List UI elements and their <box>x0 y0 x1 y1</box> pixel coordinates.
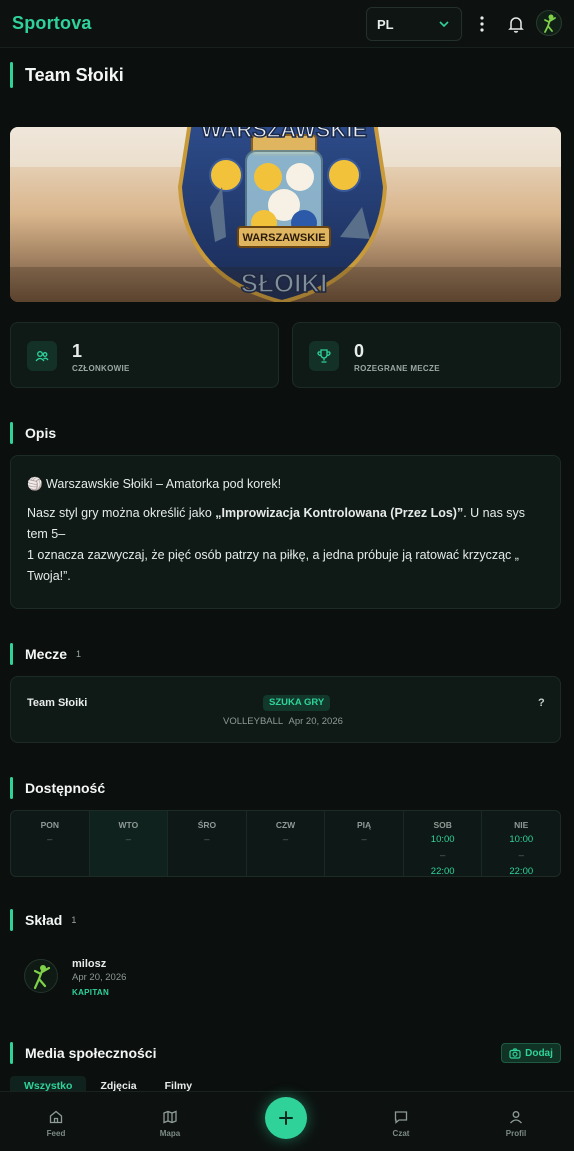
day-sat[interactable]: SOB 10:00 – 22:00 <box>404 811 483 876</box>
match-opponent: ? <box>538 697 545 709</box>
day-wed[interactable]: ŚRO – <box>168 811 247 876</box>
members-count: 1 <box>72 341 83 361</box>
match-status-badge: SZUKA GRY <box>263 695 331 711</box>
matches-heading: Mecze 1 <box>10 643 81 665</box>
member-role-badge: KAPITAN <box>72 988 110 997</box>
match-team-name: Team Słoiki <box>27 697 88 709</box>
app-logo[interactable]: Sportova <box>12 13 92 34</box>
member-name[interactable]: milosz <box>72 958 106 970</box>
day-mon[interactable]: PON – <box>11 811 90 876</box>
title-accent-bar <box>10 777 13 799</box>
volleyball-player-icon <box>33 965 51 990</box>
tab-videos[interactable]: Filmy <box>151 1076 206 1092</box>
user-icon <box>510 1111 522 1124</box>
more-vertical-icon[interactable] <box>472 14 492 34</box>
media-heading: Media społeczności <box>10 1042 156 1064</box>
nav-chat[interactable]: Czat <box>371 1109 431 1138</box>
title-accent-bar <box>10 422 13 444</box>
match-card[interactable]: Team Słoiki SZUKA GRY VOLLEYBALL Apr 20,… <box>10 676 561 743</box>
media-tabs: Wszystko Zdjęcia Filmy <box>10 1076 561 1092</box>
day-thu[interactable]: CZW – <box>247 811 326 876</box>
availability-heading: Dostępność <box>10 777 105 799</box>
chevron-down-icon <box>439 21 449 28</box>
availability-grid: PON – WTO – ŚRO – CZW – PIĄ – SOB 10:00 – 22:… <box>10 810 561 877</box>
matches-played-stat-card: 0 ROZEGRANE MECZE <box>292 322 561 388</box>
nav-map[interactable]: Mapa <box>140 1109 200 1138</box>
svg-text:WARSZAWSKIE: WARSZAWSKIE <box>201 127 367 142</box>
title-accent-bar <box>10 62 13 88</box>
description-headline: 🏐 Warszawskie Słoiki – Amatorka pod kore… <box>27 477 282 491</box>
matches-count-badge: 1 <box>76 649 82 659</box>
trophy-icon <box>309 341 339 371</box>
create-button[interactable] <box>265 1097 307 1139</box>
members-stat-card: 1 CZŁONKOWIE <box>10 322 279 388</box>
member-join-date: Apr 20, 2026 <box>72 972 127 983</box>
home-icon <box>49 1110 63 1124</box>
match-meta: VOLLEYBALL Apr 20, 2026 <box>223 716 343 727</box>
language-select[interactable]: PL <box>366 7 462 41</box>
description-card: 🏐 Warszawskie Słoiki – Amatorka pod kore… <box>10 455 561 609</box>
description-heading: Opis <box>10 422 56 444</box>
team-crest-illustration: WARSZAWSKIE SŁOIKI WARSZAWSKIE <box>10 127 561 302</box>
svg-text:WARSZAWSKIE: WARSZAWSKIE <box>242 232 325 244</box>
camera-icon <box>509 1047 521 1059</box>
day-fri[interactable]: PIĄ – <box>325 811 404 876</box>
title-accent-bar <box>10 1042 13 1064</box>
description-paragraph: Nasz styl gry można określić jako „Impro… <box>27 506 526 583</box>
plus-icon <box>279 1111 293 1125</box>
language-value: PL <box>377 16 394 32</box>
roster-count-badge: 1 <box>71 915 77 925</box>
bottom-navigation: Feed Mapa Czat Profil <box>0 1091 574 1151</box>
tab-all[interactable]: Wszystko <box>10 1076 87 1092</box>
map-icon <box>163 1110 177 1124</box>
day-sun[interactable]: NIE 10:00 – 22:00 <box>482 811 560 876</box>
user-avatar[interactable] <box>536 10 562 36</box>
chat-icon <box>394 1111 408 1124</box>
member-avatar[interactable] <box>24 959 58 993</box>
title-accent-bar <box>10 643 13 665</box>
nav-feed[interactable]: Feed <box>26 1109 86 1138</box>
nav-profile[interactable]: Profil <box>486 1109 546 1138</box>
members-label: CZŁONKOWIE <box>72 364 130 373</box>
team-banner-image: WARSZAWSKIE SŁOIKI WARSZAWSKIE <box>10 127 561 302</box>
roster-heading: Skład 1 <box>10 909 76 931</box>
day-tue[interactable]: WTO – <box>89 811 169 876</box>
add-media-button[interactable]: Dodaj <box>501 1043 561 1063</box>
page-title: Team Słoiki <box>10 62 124 88</box>
users-icon <box>27 341 57 371</box>
title-accent-bar <box>10 909 13 931</box>
tab-photos[interactable]: Zdjęcia <box>86 1076 150 1092</box>
bell-icon[interactable] <box>506 14 526 34</box>
matches-played-label: ROZEGRANE MECZE <box>354 364 440 373</box>
matches-played-count: 0 <box>354 341 365 361</box>
